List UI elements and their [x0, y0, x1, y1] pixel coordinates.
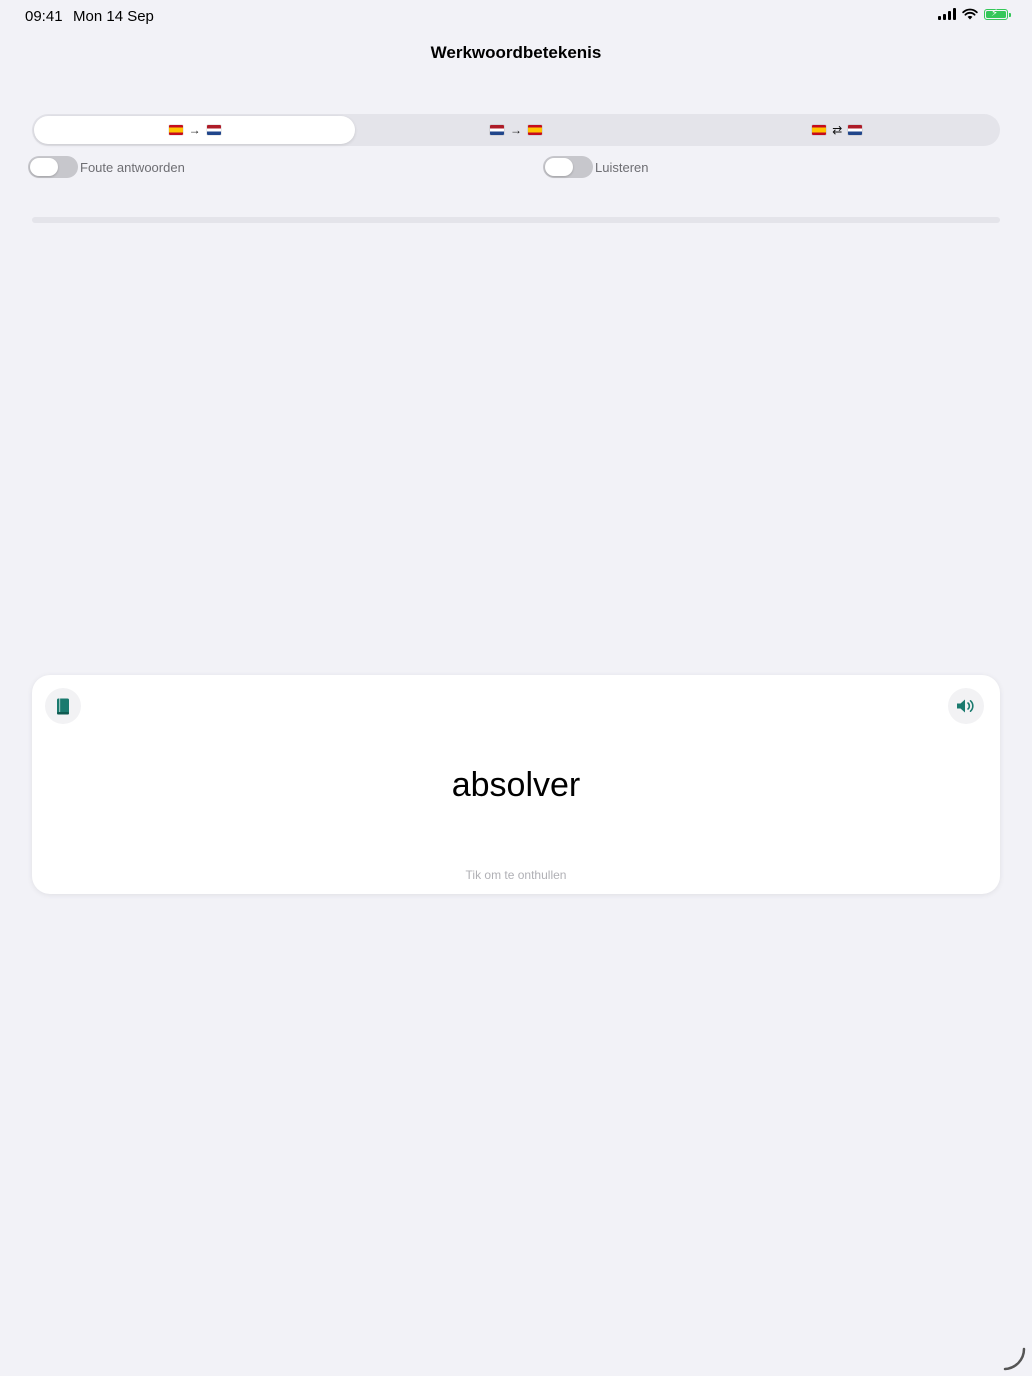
flashcard[interactable]: absolver Tik om te onthullen	[32, 675, 1000, 894]
cellular-signal-icon	[938, 8, 956, 20]
wrong-answers-toggle[interactable]	[28, 156, 78, 178]
status-time: 09:41	[25, 8, 63, 25]
screen: 09:41 Mon 14 Sep ⚡ Werkwoordbetekenis →	[0, 0, 1032, 1376]
direction-segmented-control: → → ⇄	[32, 114, 1000, 146]
segment-nl-to-es[interactable]: →	[355, 116, 676, 144]
play-audio-button[interactable]	[948, 688, 984, 724]
netherlands-flag-icon	[848, 125, 863, 135]
arrow-swap-icon: ⇄	[832, 123, 843, 137]
listen-row: Luisteren	[543, 156, 648, 178]
swipe-corner-indicator-icon[interactable]	[1002, 1346, 1028, 1372]
segment-es-nl-both[interactable]: ⇄	[677, 116, 998, 144]
wifi-icon	[962, 8, 978, 20]
status-bar: 09:41 Mon 14 Sep ⚡	[0, 0, 1032, 32]
listen-toggle[interactable]	[543, 156, 593, 178]
wrong-answers-label: Foute antwoorden	[80, 159, 185, 175]
status-date: Mon 14 Sep	[73, 8, 154, 25]
spain-flag-icon	[812, 125, 827, 135]
progress-bar	[32, 217, 1000, 223]
status-icons: ⚡	[938, 8, 1011, 20]
segment-es-to-nl[interactable]: →	[34, 116, 356, 144]
netherlands-flag-icon	[489, 125, 504, 135]
battery-charging-icon: ⚡	[984, 8, 1011, 20]
card-word: absolver	[451, 766, 581, 804]
spain-flag-icon	[527, 125, 542, 135]
speaker-icon	[957, 699, 974, 713]
wrong-answers-row: Foute antwoorden	[28, 156, 185, 178]
book-icon	[57, 698, 69, 714]
arrow-right-icon: →	[188, 123, 201, 137]
listen-label: Luisteren	[595, 159, 649, 175]
dictionary-button[interactable]	[45, 688, 81, 724]
arrow-right-icon: →	[509, 123, 522, 137]
spain-flag-icon	[168, 125, 183, 135]
reveal-hint: Tik om te onthullen	[465, 868, 567, 882]
page-title: Werkwoordbetekenis	[430, 43, 602, 62]
netherlands-flag-icon	[206, 125, 221, 135]
